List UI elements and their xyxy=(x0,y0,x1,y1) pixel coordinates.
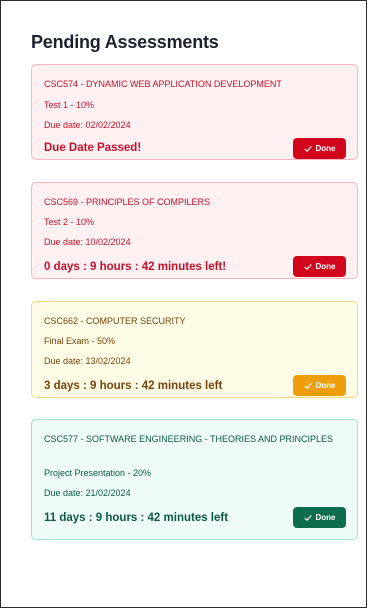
status-text: 11 days : 9 hours : 42 minutes left xyxy=(44,512,229,524)
due-date: Due date: 21/02/2024 xyxy=(44,488,131,498)
done-button[interactable]: Done xyxy=(293,507,346,528)
assessment-card: CSC574 - DYNAMIC WEB APPLICATION DEVELOP… xyxy=(31,64,358,160)
assessment-name: Test 1 - 10% xyxy=(44,100,95,110)
check-icon xyxy=(303,145,312,153)
assessment-name: Final Exam - 50% xyxy=(44,336,116,346)
done-button-label: Done xyxy=(315,513,336,522)
done-button[interactable]: Done xyxy=(293,138,346,159)
done-button[interactable]: Done xyxy=(293,375,346,396)
check-icon xyxy=(303,514,312,522)
course-title: CSC569 - PRINCIPLES OF COMPILERS xyxy=(44,197,211,207)
done-button[interactable]: Done xyxy=(293,256,346,277)
assessment-card: CSC577 - SOFTWARE ENGINEERING - THEORIES… xyxy=(31,419,358,540)
done-button-label: Done xyxy=(315,381,336,390)
assessment-name: Test 2 - 10% xyxy=(44,217,95,227)
status-text: 3 days : 9 hours : 42 minutes left xyxy=(44,380,223,392)
due-date: Due date: 02/02/2024 xyxy=(44,120,131,130)
course-title: CSC577 - SOFTWARE ENGINEERING - THEORIES… xyxy=(44,434,334,444)
due-date: Due date: 10/02/2024 xyxy=(44,237,131,247)
page-title: Pending Assessments xyxy=(31,32,219,52)
due-date: Due date: 13/02/2024 xyxy=(44,356,131,366)
done-button-label: Done xyxy=(315,144,336,153)
status-text: Due Date Passed! xyxy=(44,142,142,154)
check-icon xyxy=(303,382,312,390)
check-icon xyxy=(303,263,312,271)
assessment-card: CSC569 - PRINCIPLES OF COMPILERS Test 2 … xyxy=(31,182,358,279)
assessment-card: CSC662 - COMPUTER SECURITY Final Exam - … xyxy=(31,301,358,398)
course-title: CSC662 - COMPUTER SECURITY xyxy=(44,316,186,326)
done-button-label: Done xyxy=(315,262,336,271)
app-frame: Pending Assessments CSC574 - DYNAMIC WEB… xyxy=(0,0,367,608)
course-title: CSC574 - DYNAMIC WEB APPLICATION DEVELOP… xyxy=(44,79,282,89)
status-text: 0 days : 9 hours : 42 minutes left! xyxy=(44,261,227,273)
assessment-name: Project Presentation - 20% xyxy=(44,468,152,478)
